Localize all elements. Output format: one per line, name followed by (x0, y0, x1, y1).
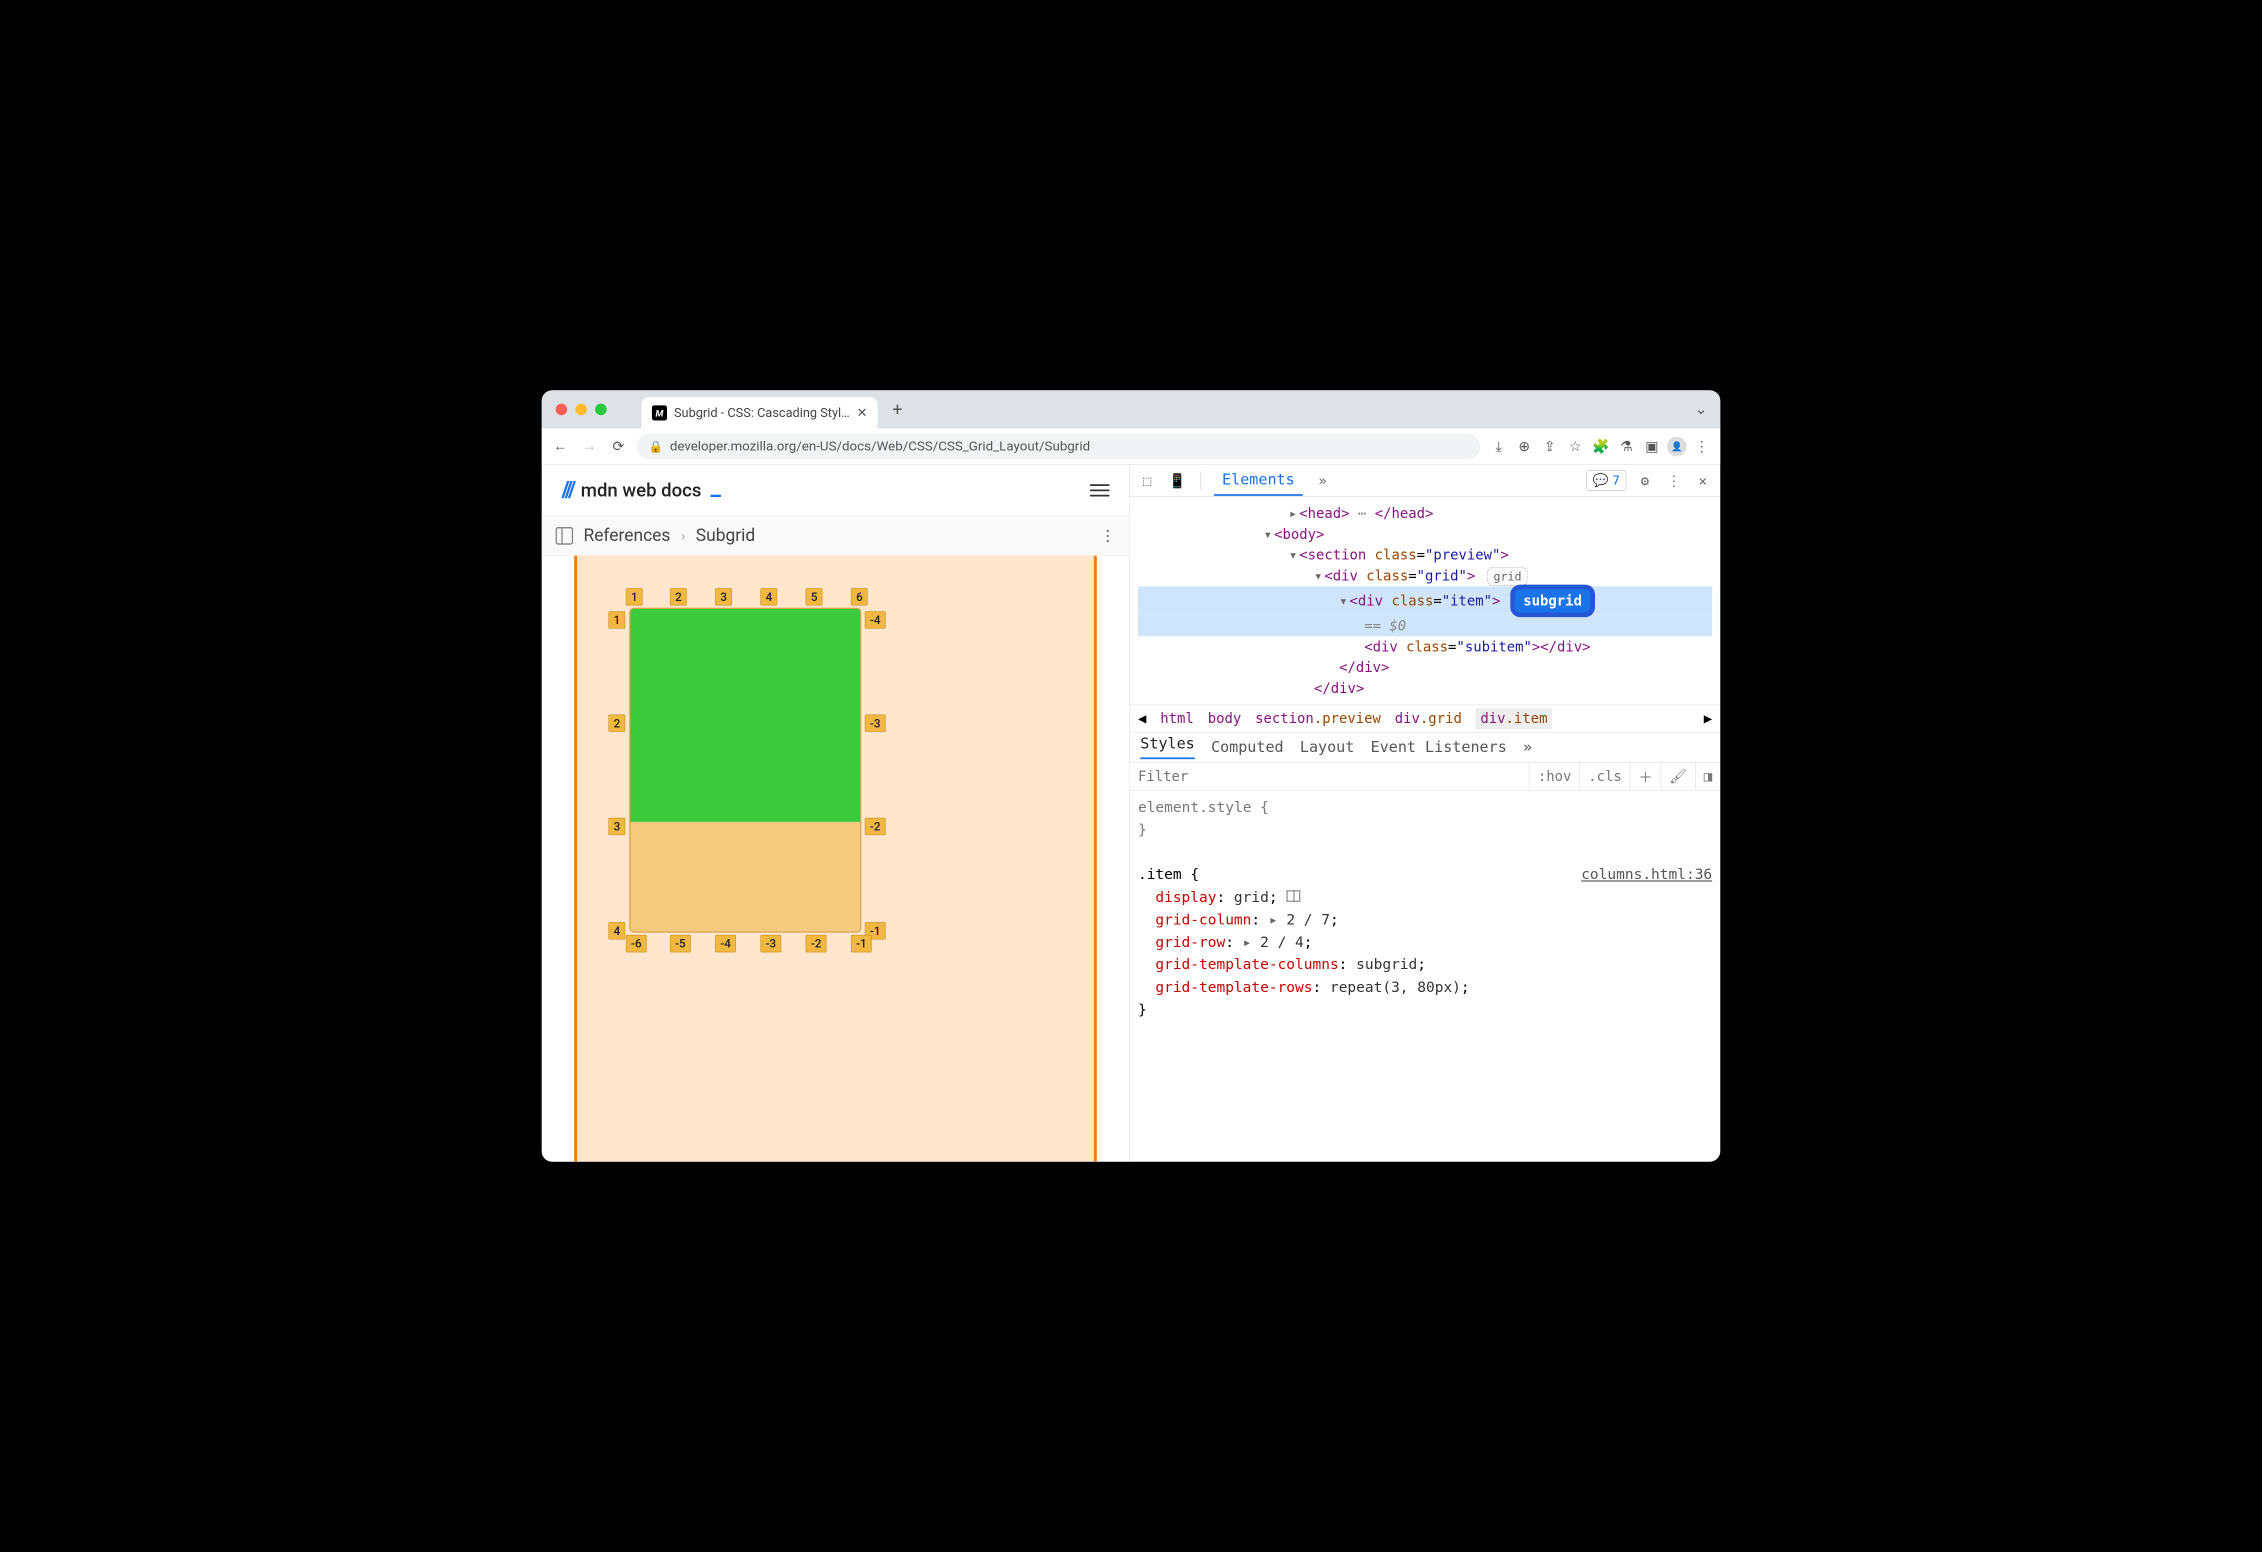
grid-line-label: -3 (760, 935, 781, 952)
grid-line-label: -2 (806, 935, 827, 952)
tab-strip: M Subgrid - CSS: Cascading Styl… ✕ + ⌄ (542, 390, 1721, 428)
devtools-tabs: ⬚ 📱 Elements » 💬 7 ⚙ ⋮ ✕ (1130, 465, 1720, 497)
new-tab-button[interactable]: + (886, 398, 909, 421)
sidebar-toggle-icon[interactable] (556, 527, 573, 544)
issues-count: 7 (1612, 473, 1620, 488)
bookmark-icon[interactable]: ☆ (1565, 436, 1586, 457)
tabs-overflow-icon[interactable]: ⌄ (1695, 401, 1708, 418)
profile-avatar[interactable]: 👤 (1667, 436, 1687, 456)
url-text: developer.mozilla.org/en-US/docs/Web/CSS… (670, 438, 1090, 454)
tab-event-listeners[interactable]: Event Listeners (1371, 739, 1507, 756)
grid-line-label: 2 (608, 715, 625, 732)
maximize-icon[interactable] (595, 404, 607, 416)
address-bar[interactable]: 🔒 developer.mozilla.org/en-US/docs/Web/C… (637, 434, 1480, 460)
inspect-icon[interactable]: ⬚ (1137, 470, 1158, 491)
grid-line-label: 3 (715, 588, 732, 605)
toggle-sidebar-icon[interactable]: ◨ (1696, 763, 1721, 790)
grid-line-label: -4 (715, 935, 736, 952)
tab-styles[interactable]: Styles (1140, 735, 1194, 759)
grid-badge[interactable]: grid (1487, 567, 1528, 586)
article-content: 1 2 3 4 5 6 1 2 3 4 -4 -3 -2 (542, 556, 1130, 1162)
devtools-panel: ⬚ 📱 Elements » 💬 7 ⚙ ⋮ ✕ (1130, 465, 1720, 1162)
menu-button[interactable] (1090, 484, 1110, 496)
favicon-icon: M (652, 405, 667, 420)
page-actions-icon[interactable]: ⋮ (1100, 527, 1115, 544)
tab-elements[interactable]: Elements (1214, 465, 1303, 496)
grid-line-label: 3 (608, 818, 625, 835)
toolbar: ← → ⟳ 🔒 developer.mozilla.org/en-US/docs… (542, 429, 1721, 465)
styles-filter-input[interactable] (1130, 763, 1530, 790)
dom-eq: == $0 (1364, 618, 1406, 634)
grid-visualization: 1 2 3 4 5 6 1 2 3 4 -4 -3 -2 (629, 608, 861, 933)
grid-line-label: 5 (806, 588, 823, 605)
browser-tab[interactable]: M Subgrid - CSS: Cascading Styl… ✕ (641, 397, 877, 428)
path-next-icon[interactable]: ▶ (1704, 710, 1712, 726)
minimize-icon[interactable] (575, 404, 587, 416)
page-content: /// mdn web docs References › Subgrid ⋮ (542, 465, 1130, 1162)
subitem-box (630, 609, 860, 822)
grid-line-label: 6 (851, 588, 868, 605)
kebab-icon[interactable]: ⋮ (1663, 470, 1684, 491)
crumb-current: Subgrid (696, 525, 755, 545)
grid-line-label: 2 (670, 588, 687, 605)
dom-selected-row: ▾<div class="item"> subgrid (1138, 586, 1712, 615)
labs-icon[interactable]: ⚗ (1616, 436, 1637, 457)
paint-icon[interactable]: 🖌 (1661, 763, 1695, 790)
lock-icon: 🔒 (648, 439, 662, 453)
breadcrumb: References › Subgrid ⋮ (542, 516, 1130, 555)
close-devtools-icon[interactable]: ✕ (1692, 470, 1713, 491)
panel-icon[interactable]: ▣ (1641, 436, 1662, 457)
grid-line-label: 1 (608, 611, 625, 628)
grid-line-label: -2 (865, 818, 886, 835)
source-link[interactable]: columns.html:36 (1581, 864, 1712, 886)
tabs-more-icon[interactable]: » (1312, 470, 1333, 491)
styles-filter-row: :hov .cls ＋ 🖌 ◨ (1130, 763, 1720, 791)
dom-breadcrumb[interactable]: ◀ html body section.preview div.grid div… (1130, 705, 1720, 733)
crumb-root[interactable]: References (583, 525, 670, 545)
install-icon[interactable]: ⤓ (1488, 436, 1509, 457)
zoom-icon[interactable]: ⊕ (1514, 436, 1535, 457)
grid-line-label: 1 (626, 588, 643, 605)
crumb-sep-icon: › (681, 527, 686, 544)
window-controls (556, 404, 607, 416)
grid-line-label: -5 (670, 935, 691, 952)
site-header: /// mdn web docs (542, 465, 1130, 517)
back-button[interactable]: ← (550, 436, 571, 457)
dom-tree[interactable]: ▸<head> ⋯ </head> ▾<body> ▾<section clas… (1130, 497, 1720, 705)
grid-line-label: -3 (865, 715, 886, 732)
tab-computed[interactable]: Computed (1211, 739, 1284, 756)
styles-tabs: Styles Computed Layout Event Listeners » (1130, 733, 1720, 763)
grid-icon[interactable] (1286, 890, 1300, 902)
share-icon[interactable]: ⇪ (1539, 436, 1560, 457)
grid-line-label: 4 (608, 922, 625, 939)
extensions-icon[interactable]: 🧩 (1590, 436, 1611, 457)
tab-close-icon[interactable]: ✕ (857, 406, 868, 421)
grid-line-label: -4 (865, 611, 886, 628)
settings-icon[interactable]: ⚙ (1634, 470, 1655, 491)
subgrid-badge[interactable]: subgrid (1512, 586, 1593, 615)
grid-line-label: -6 (626, 935, 647, 952)
close-icon[interactable] (556, 404, 568, 416)
example-frame: 1 2 3 4 5 6 1 2 3 4 -4 -3 -2 (574, 556, 1097, 1162)
mdn-logo[interactable]: /// mdn web docs (561, 477, 721, 503)
hov-button[interactable]: :hov (1530, 763, 1580, 790)
issues-icon: 💬 (1593, 473, 1609, 488)
device-icon[interactable]: 📱 (1167, 470, 1188, 491)
issues-badge[interactable]: 💬 7 (1586, 470, 1626, 490)
path-prev-icon[interactable]: ◀ (1138, 710, 1146, 726)
new-rule-icon[interactable]: ＋ (1630, 763, 1661, 790)
tab-layout[interactable]: Layout (1300, 739, 1354, 756)
cls-button[interactable]: .cls (1580, 763, 1630, 790)
browser-window: M Subgrid - CSS: Cascading Styl… ✕ + ⌄ ←… (542, 390, 1721, 1161)
tabs-overflow-icon[interactable]: » (1523, 739, 1532, 756)
css-rules[interactable]: element.style { } .item {columns.html:36… (1130, 791, 1720, 1027)
forward-button[interactable]: → (579, 436, 600, 457)
menu-icon[interactable]: ⋮ (1691, 436, 1712, 457)
grid-line-label: 4 (760, 588, 777, 605)
logo-text: mdn web docs (581, 479, 702, 501)
grid-line-label: -1 (851, 935, 872, 952)
reload-button[interactable]: ⟳ (608, 436, 629, 457)
tab-title: Subgrid - CSS: Cascading Styl… (674, 406, 850, 421)
